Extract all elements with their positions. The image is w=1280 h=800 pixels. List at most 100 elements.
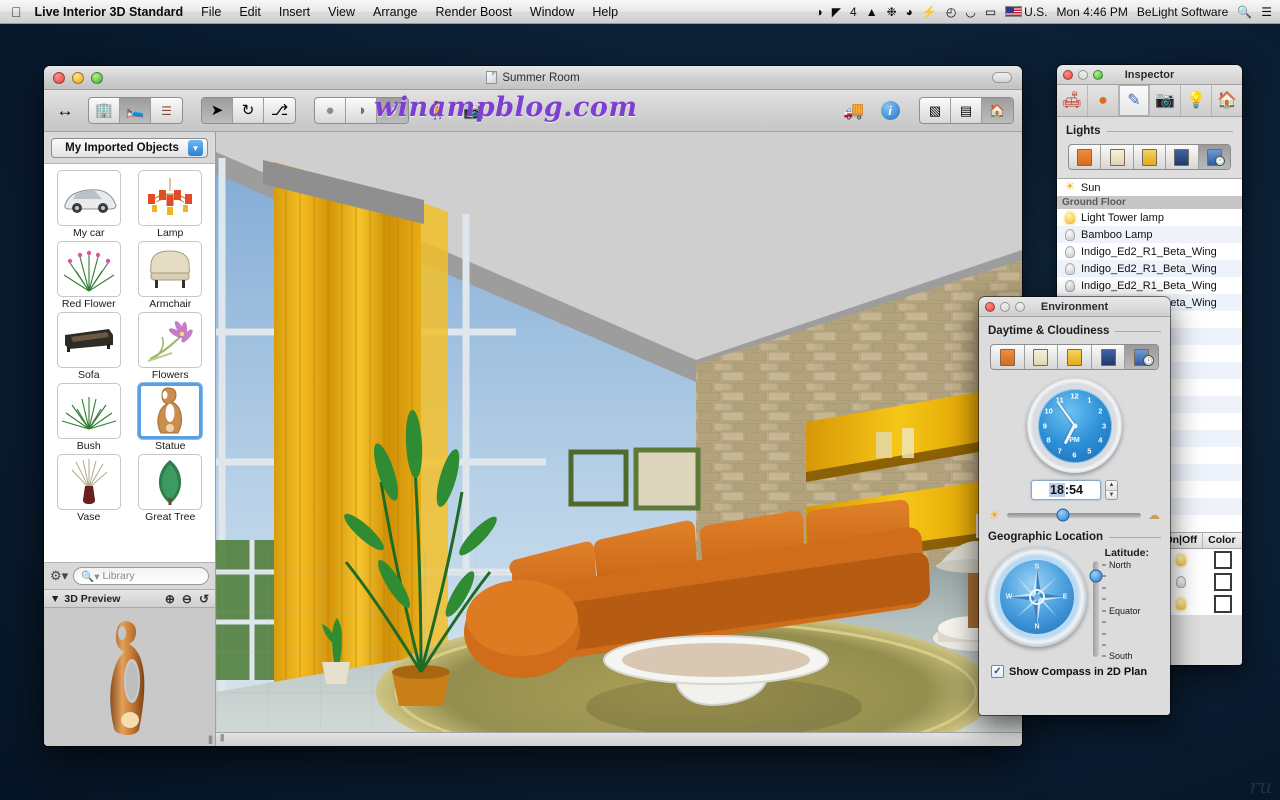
cloudiness-slider[interactable] [1006, 508, 1141, 522]
bulb-off-icon[interactable] [1065, 262, 1075, 275]
night-mode[interactable] [1166, 145, 1199, 169]
droplet-icon[interactable]: ◕ [906, 6, 913, 18]
evening-mode[interactable] [1134, 145, 1167, 169]
day-mode[interactable] [1025, 345, 1059, 369]
site-tab[interactable]: 🏠 [1212, 85, 1242, 116]
analog-clock[interactable]: 12 1 2 3 4 5 6 7 8 9 10 11 PM [1027, 378, 1122, 473]
latitude-slider[interactable] [1089, 561, 1103, 657]
inspector-title-bar[interactable]: Inspector [1057, 65, 1242, 85]
camera-tab[interactable]: 📷 [1150, 85, 1181, 116]
shading-flat-icon[interactable]: ● [315, 98, 346, 123]
night-mode[interactable] [1092, 345, 1126, 369]
library-item-vase[interactable]: Vase [49, 454, 129, 523]
evening-mode[interactable] [1058, 345, 1092, 369]
light-row[interactable]: Light Tower lamp [1057, 209, 1242, 226]
resize-arrows-icon[interactable]: ↔ [52, 98, 78, 124]
list-outline-icon[interactable]: ☰ [151, 98, 182, 123]
furniture-icon[interactable]: 🛌 [120, 98, 151, 123]
stepper-down-icon[interactable]: ▼ [1106, 490, 1117, 499]
menu-window[interactable]: Window [521, 0, 583, 24]
compass-dial[interactable]: S E N W [987, 547, 1087, 647]
edit-tab[interactable]: ✎ [1119, 85, 1150, 116]
time-input[interactable]: 18 : 54 [1031, 480, 1101, 500]
plan-and-3d-icon[interactable]: ▤ [951, 98, 982, 123]
timemachine-icon[interactable]: ◴ [946, 6, 956, 18]
bulb-off-icon[interactable] [1065, 245, 1075, 258]
color-swatch[interactable] [1203, 551, 1242, 569]
color-swatch[interactable] [1203, 573, 1242, 591]
3d-only-icon[interactable]: 🏠 [982, 98, 1013, 123]
forklift-icon[interactable]: 🚚 [841, 98, 867, 124]
stepper-up-icon[interactable]: ▲ [1106, 481, 1117, 491]
bolt-icon[interactable]: ⚡ [922, 6, 937, 18]
3d-render-viewport[interactable]: ||| [216, 132, 1022, 746]
light-row[interactable]: Bamboo Lamp [1057, 226, 1242, 243]
bulb-off-icon[interactable] [1065, 228, 1075, 241]
split-view-icon[interactable]: ▧ [920, 98, 951, 123]
drive-icon[interactable]: ▲ [866, 6, 878, 18]
notification-count[interactable]: 4 [850, 6, 857, 18]
menu-file[interactable]: File [192, 0, 230, 24]
globe-icon[interactable]: ❉ [887, 6, 897, 18]
library-item-great-tree[interactable]: Great Tree [131, 454, 211, 523]
preview-header[interactable]: ▼ 3D Preview ⊕ ⊖ ↺ [44, 589, 215, 608]
library-item-my-car[interactable]: My car [49, 170, 129, 239]
battery-icon[interactable]: ▭ [985, 6, 996, 18]
info-icon[interactable]: i [877, 98, 903, 124]
input-source[interactable]: U.S. [1005, 6, 1048, 18]
library-item-sofa[interactable]: Sofa [49, 312, 129, 381]
bulb-on-icon[interactable] [1065, 211, 1075, 224]
menu-app-name[interactable]: Live Interior 3D Standard [33, 0, 193, 24]
automatic-mode[interactable]: 🕐 [1198, 145, 1230, 169]
collection-popup-button[interactable]: My Imported Objects ▼ [51, 138, 208, 158]
statue-3d-preview[interactable]: ||| [44, 608, 215, 746]
apple-icon[interactable]:  [0, 5, 33, 19]
list-icon[interactable]: ☰ [1261, 6, 1272, 18]
light-tab[interactable]: 💡 [1181, 85, 1212, 116]
time-hours[interactable]: 18 [1049, 483, 1065, 497]
gear-icon[interactable]: ⚙▾ [50, 568, 68, 584]
menu-help[interactable]: Help [583, 0, 627, 24]
search-input[interactable]: 🔍▾ Library [73, 567, 209, 585]
wifi-icon[interactable]: ◡ [965, 6, 975, 18]
time-stepper[interactable]: ▲ ▼ [1105, 480, 1118, 500]
search-icon[interactable]: 🔍 [1237, 6, 1252, 18]
library-item-bush[interactable]: Bush [49, 383, 129, 452]
menu-edit[interactable]: Edit [230, 0, 270, 24]
light-row[interactable]: Indigo_Ed2_R1_Beta_Wing [1057, 243, 1242, 260]
show-compass-row[interactable]: ✓ Show Compass in 2D Plan [979, 657, 1170, 678]
library-item-lamp[interactable]: Lamp [131, 170, 211, 239]
library-item-red-flower[interactable]: Red Flower [49, 241, 129, 310]
window-title-bar[interactable]: Summer Room [44, 66, 1022, 90]
time-minutes[interactable]: 54 [1069, 483, 1083, 497]
zoom-out-icon[interactable]: ⊖ [182, 592, 192, 606]
day-mode[interactable] [1101, 145, 1134, 169]
light-row[interactable]: Indigo_Ed2_R1_Beta_Wing [1057, 277, 1242, 294]
building-icon[interactable]: 🏢 [89, 98, 120, 123]
dropbox-icon[interactable]: ◑ [816, 6, 823, 18]
zoom-in-icon[interactable]: ⊕ [165, 592, 175, 606]
morning-mode[interactable] [1069, 145, 1102, 169]
library-item-flowers[interactable]: Flowers [131, 312, 211, 381]
show-compass-checkbox[interactable]: ✓ [991, 665, 1004, 678]
object-tab[interactable]: 🛋 [1057, 85, 1088, 116]
slider-knob[interactable] [1056, 508, 1070, 522]
menu-render-boost[interactable]: Render Boost [426, 0, 520, 24]
resize-grip[interactable]: ||| [208, 734, 213, 744]
move-tool[interactable]: ⎇ [264, 98, 295, 123]
morning-mode[interactable] [991, 345, 1025, 369]
bulb-off-icon[interactable] [1065, 279, 1075, 292]
automatic-mode[interactable]: 🕐 [1125, 345, 1158, 369]
app-icon[interactable]: ◤ [832, 6, 841, 18]
rotate-reset-icon[interactable]: ↺ [199, 592, 209, 606]
rotate-tool[interactable]: ↻ [233, 98, 264, 123]
disclosure-triangle-icon[interactable]: ▼ [50, 593, 60, 605]
menu-insert[interactable]: Insert [270, 0, 319, 24]
menu-view[interactable]: View [319, 0, 364, 24]
environment-title-bar[interactable]: Environment [979, 297, 1170, 317]
menubar-clock[interactable]: Mon 4:46 PM [1057, 6, 1128, 18]
color-swatch[interactable] [1203, 595, 1242, 613]
pointer-tool[interactable]: ➤ [202, 98, 233, 123]
menu-arrange[interactable]: Arrange [364, 0, 426, 24]
toolbar-toggle-button[interactable] [992, 72, 1012, 83]
